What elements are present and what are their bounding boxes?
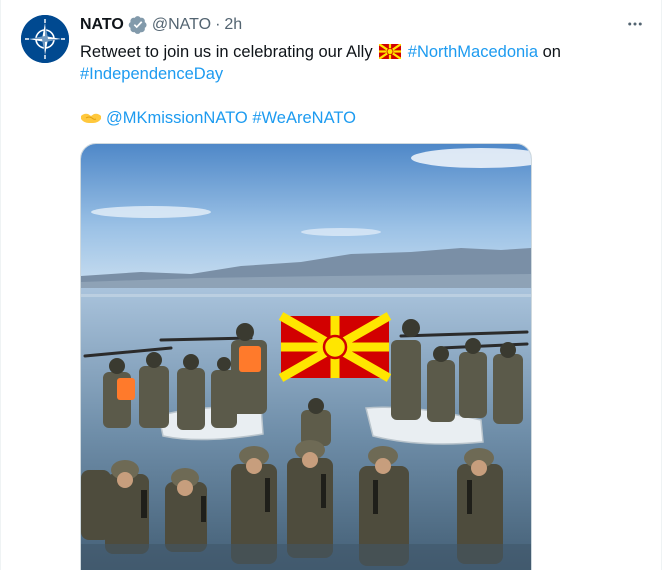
tweet-text: Retweet to join us in celebrating our Al… — [80, 41, 620, 129]
tweet-content: NATO @NATO · 2h Retweet to join us in ce… — [80, 14, 645, 129]
hashtag-wearenato-link[interactable]: #WeAreNATO — [252, 109, 356, 127]
tweet-photo[interactable] — [80, 143, 532, 570]
tweet-line-2: #IndependenceDay — [80, 63, 620, 85]
nato-avatar[interactable] — [21, 15, 69, 63]
handshake-emoji — [80, 110, 102, 126]
nato-logo-icon — [21, 15, 69, 63]
separator-dot: · — [215, 16, 221, 33]
soldiers-with-flag-photo — [81, 144, 531, 570]
tweet-line-1: Retweet to join us in celebrating our Al… — [80, 41, 620, 63]
hashtag-independence-day-link[interactable]: #IndependenceDay — [80, 65, 223, 83]
tweet-line-3: @MKmissionNATO #WeAreNATO — [80, 107, 620, 129]
verified-badge-icon — [128, 15, 148, 35]
tweet-timestamp[interactable]: 2h — [224, 15, 242, 35]
user-handle[interactable]: @NATO — [152, 15, 211, 35]
tweet-card[interactable]: NATO @NATO · 2h Retweet to join us in ce… — [0, 0, 662, 570]
north-macedonia-flag-emoji — [378, 43, 402, 60]
hashtag-north-macedonia-link[interactable]: #NorthMacedonia — [408, 43, 538, 61]
tweet-header: NATO @NATO · 2h — [80, 14, 645, 36]
tweet-text-on: on — [542, 43, 561, 61]
mention-mkmissionnato-link[interactable]: @MKmissionNATO — [106, 109, 248, 127]
tweet-text-intro: Retweet to join us in celebrating our Al… — [80, 43, 373, 61]
more-options-icon[interactable] — [625, 14, 645, 34]
display-name[interactable]: NATO — [80, 15, 124, 35]
